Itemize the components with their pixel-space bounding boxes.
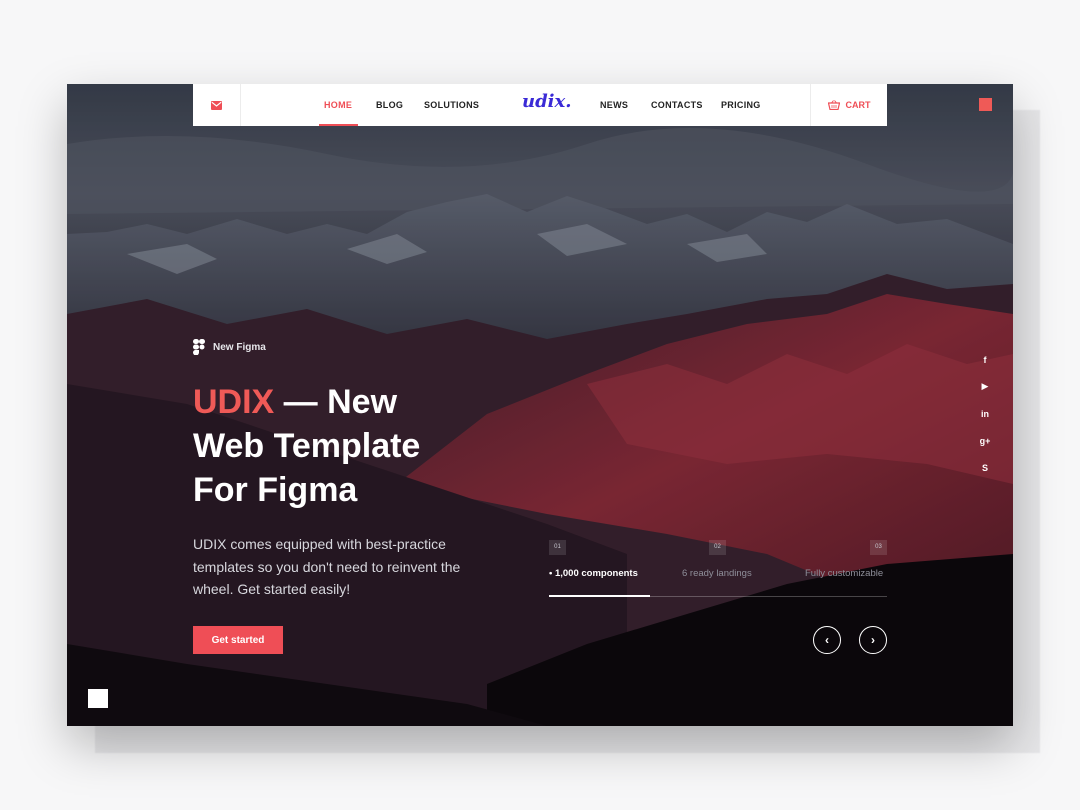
google-plus-icon[interactable]: g+: [978, 427, 992, 454]
top-navigation: HOME BLOG SOLUTIONS udix. NEWS CONTACTS …: [193, 84, 887, 126]
next-slide-button[interactable]: ›: [859, 626, 887, 654]
cart-label: CART: [845, 100, 871, 110]
mail-icon: [211, 100, 222, 110]
nav-pricing[interactable]: PRICING: [721, 84, 761, 126]
skype-icon[interactable]: S: [978, 454, 992, 481]
menu-toggle-square[interactable]: [979, 98, 992, 111]
corner-square: [88, 689, 108, 708]
step-label-1[interactable]: • 1,000 components: [549, 568, 638, 579]
figma-icon: [193, 339, 205, 355]
nav-blog[interactable]: BLOG: [376, 84, 403, 126]
social-links: f ▶ in g+ S: [978, 346, 992, 481]
nav-contacts[interactable]: CONTACTS: [651, 84, 703, 126]
headline-part-2: Web Template: [193, 427, 421, 465]
nav-solutions[interactable]: SOLUTIONS: [424, 84, 479, 126]
headline-part-3: For Figma: [193, 471, 358, 509]
nav-news[interactable]: NEWS: [600, 84, 628, 126]
chevron-left-icon: ‹: [825, 633, 829, 647]
hero-section: HOME BLOG SOLUTIONS udix. NEWS CONTACTS …: [67, 84, 1013, 726]
basket-icon: [827, 100, 840, 110]
nav-home[interactable]: HOME: [324, 84, 352, 126]
step-number-1[interactable]: 01: [549, 540, 566, 555]
badge-label: New Figma: [213, 341, 266, 353]
hero-headline: UDIX — New Web Template For Figma: [193, 380, 513, 512]
nav-active-indicator: [319, 124, 358, 126]
facebook-icon[interactable]: f: [978, 346, 992, 373]
prev-slide-button[interactable]: ‹: [813, 626, 841, 654]
logo[interactable]: udix.: [522, 91, 572, 112]
feature-steps: 01 • 1,000 components 02 6 ready landing…: [549, 540, 887, 600]
progress-fill: [549, 595, 651, 597]
figma-badge: New Figma: [193, 339, 266, 355]
linkedin-icon[interactable]: in: [978, 400, 992, 427]
youtube-icon[interactable]: ▶: [978, 373, 992, 400]
step-number-2[interactable]: 02: [709, 540, 726, 555]
headline-accent: UDIX: [193, 383, 275, 421]
mail-button[interactable]: [193, 84, 241, 126]
step-label-2[interactable]: 6 ready landings: [682, 568, 752, 579]
step-label-3[interactable]: Fully customizable: [805, 568, 883, 579]
headline-part-1: — New: [274, 383, 398, 421]
get-started-button[interactable]: Get started: [193, 626, 283, 654]
step-number-3[interactable]: 03: [870, 540, 887, 555]
hero-description: UDIX comes equipped with best-practice t…: [193, 536, 461, 597]
chevron-right-icon: ›: [871, 633, 875, 647]
cart-button[interactable]: CART: [810, 84, 887, 126]
